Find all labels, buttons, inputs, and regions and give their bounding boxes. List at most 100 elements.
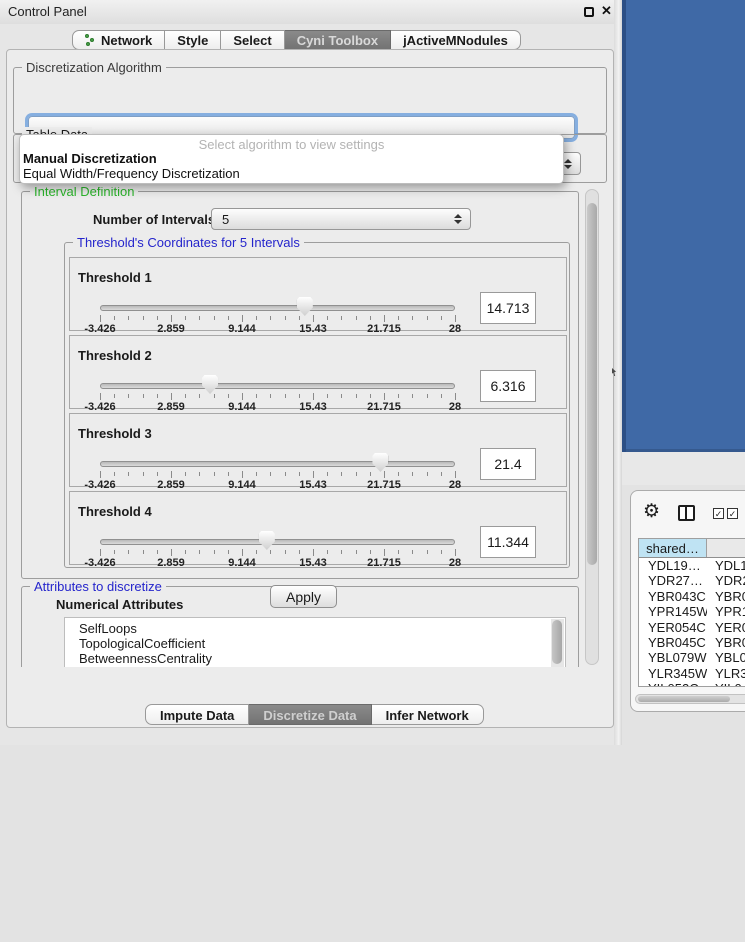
control-panel-titlebar: Control Panel ✕ <box>0 0 618 24</box>
list-scrollbar[interactable] <box>551 619 564 667</box>
stepper-arrows-icon <box>564 159 572 169</box>
threshold-label: Threshold 2 <box>78 348 152 363</box>
dropdown-option-manual[interactable]: Manual Discretization <box>20 151 563 166</box>
table-row[interactable]: YBR045CYBR0 <box>639 635 745 650</box>
table-cell: YBR0 <box>707 635 745 650</box>
combobox-value: 5 <box>222 212 229 227</box>
close-icon[interactable]: ✕ <box>601 3 612 19</box>
table-body: YDL19…YDL1YDR27…YDR2YBR043CYBR0YPR145WYP… <box>639 558 745 687</box>
threshold-value-field[interactable]: 6.316 <box>480 370 536 402</box>
table-cell: YBR045C <box>639 635 707 650</box>
table-row[interactable]: YBL079WYBL0 <box>639 650 745 665</box>
threshold-value-field[interactable]: 14.713 <box>480 292 536 324</box>
slider-tick-labels: -3.4262.8599.14415.4321.71528 <box>100 479 455 491</box>
table-cell: YIL052C <box>639 681 707 687</box>
number-of-intervals-label: Number of Intervals <box>93 212 215 227</box>
threshold-slider[interactable]: -3.4262.8599.14415.4321.71528 <box>100 296 455 332</box>
slider-thumb[interactable] <box>297 297 313 316</box>
table-row[interactable]: YLR345WYLR3 <box>639 666 745 681</box>
group-label: Attributes to discretize <box>30 579 166 594</box>
control-panel: Control Panel ✕ Network Style Select Cyn… <box>0 0 618 745</box>
table-cell: YDL19… <box>639 558 707 573</box>
threshold-label: Threshold 1 <box>78 270 152 285</box>
table-cell: YDR2 <box>707 573 745 588</box>
table-row[interactable]: YBR043CYBR0 <box>639 589 745 604</box>
restore-window-icon[interactable] <box>584 7 594 17</box>
slider-track[interactable] <box>100 383 455 389</box>
table-cell: YBR043C <box>639 589 707 604</box>
slider-thumb[interactable] <box>372 453 388 472</box>
panel-scrollbar[interactable] <box>585 189 599 665</box>
panel-divider[interactable] <box>614 0 622 745</box>
slider-ticks <box>100 549 455 557</box>
slider-thumb[interactable] <box>259 531 275 550</box>
network-icon <box>85 34 96 47</box>
table-horizontal-scrollbar[interactable] <box>635 694 745 704</box>
threshold-slider[interactable]: -3.4262.8599.14415.4321.71528 <box>100 530 455 566</box>
slider-tick-labels: -3.4262.8599.14415.4321.71528 <box>100 401 455 413</box>
algorithm-dropdown-popup: Select algorithm to view settings Manual… <box>19 134 564 184</box>
control-panel-tabs: Network Style Select Cyni Toolbox jActiv… <box>72 30 521 50</box>
tab-style[interactable]: Style <box>165 30 221 50</box>
table-cell: YPR1 <box>707 604 745 619</box>
tab-network[interactable]: Network <box>72 30 165 50</box>
tab-discretize-data[interactable]: Discretize Data <box>249 704 371 725</box>
table-panel-titlebar: Table Panel <box>622 452 745 485</box>
attribute-item[interactable]: SelfLoops <box>79 621 565 636</box>
table-row[interactable]: YIL052CYIL0 <box>639 681 745 687</box>
attribute-item[interactable]: BetweennessCentrality <box>79 651 565 666</box>
table-row[interactable]: YDL19…YDL1 <box>639 558 745 573</box>
attribute-item[interactable]: TopologicalCoefficient <box>79 636 565 651</box>
slider-thumb[interactable] <box>202 375 218 394</box>
cyni-toolbox-panel: Discretization Algorithm Table Data galF… <box>6 49 614 728</box>
tab-cyni-toolbox[interactable]: Cyni Toolbox <box>285 30 391 50</box>
slider-track[interactable] <box>100 539 455 545</box>
threshold-slider[interactable]: -3.4262.8599.14415.4321.71528 <box>100 452 455 488</box>
threshold-value-field[interactable]: 11.344 <box>480 526 536 558</box>
table-cell: YDL1 <box>707 558 745 573</box>
slider-track[interactable] <box>100 305 455 311</box>
gear-icon[interactable]: ⚙ <box>643 502 660 521</box>
scrollbar-thumb[interactable] <box>587 203 597 565</box>
group-label: Threshold's Coordinates for 5 Intervals <box>73 235 304 250</box>
number-of-intervals-combobox[interactable]: 5 <box>211 208 471 230</box>
node-attribute-table[interactable]: shared… na YDL19…YDL1YDR27…YDR2YBR043CYB… <box>638 538 745 687</box>
tab-jactivemnodules[interactable]: jActiveMNodules <box>391 30 521 50</box>
column-header-shared-name[interactable]: shared… <box>639 539 707 557</box>
threshold-value-field[interactable]: 21.4 <box>480 448 536 480</box>
scrollbar-thumb[interactable] <box>638 696 730 702</box>
table-cell: YBL079W <box>639 650 707 665</box>
numerical-attributes-list[interactable]: SelfLoopsTopologicalCoefficientBetweenne… <box>64 617 566 667</box>
dropdown-option-equal-width[interactable]: Equal Width/Frequency Discretization <box>20 166 563 181</box>
dropdown-placeholder: Select algorithm to view settings <box>20 135 563 151</box>
apply-button[interactable]: Apply <box>270 585 337 608</box>
table-cell: YER054C <box>639 620 707 635</box>
table-row[interactable]: YDR27…YDR2 <box>639 573 745 588</box>
table-row[interactable]: YPR145WYPR1 <box>639 604 745 619</box>
group-label: Discretization Algorithm <box>22 60 166 75</box>
tab-label: Network <box>101 33 152 48</box>
threshold-slider[interactable]: -3.4262.8599.14415.4321.71528 <box>100 374 455 410</box>
table-cell: YDR27… <box>639 573 707 588</box>
tab-select[interactable]: Select <box>221 30 284 50</box>
slider-tick-labels: -3.4262.8599.14415.4321.71528 <box>100 557 455 569</box>
bottom-tabs: Impute Data Discretize Data Infer Networ… <box>145 704 484 725</box>
threshold-label: Threshold 4 <box>78 504 152 519</box>
tab-label: Style <box>177 33 208 48</box>
tab-impute-data[interactable]: Impute Data <box>145 704 249 725</box>
checkbox-icon[interactable]: ✓ <box>713 508 724 519</box>
threshold-row: Threshold 4 -3.4262.8599.14415.4321.7152… <box>69 491 567 565</box>
slider-track[interactable] <box>100 461 455 467</box>
discretization-algorithm-group: Discretization Algorithm <box>13 67 607 134</box>
column-header-name[interactable]: na <box>707 539 745 557</box>
table-cell: YPR145W <box>639 604 707 619</box>
split-columns-icon[interactable] <box>678 505 695 521</box>
slider-ticks <box>100 471 455 479</box>
table-cell: YLR345W <box>639 666 707 681</box>
threshold-label: Threshold 3 <box>78 426 152 441</box>
tab-infer-network[interactable]: Infer Network <box>372 704 484 725</box>
checkbox-icon[interactable]: ✓ <box>727 508 738 519</box>
panel-title: Control Panel <box>8 4 87 19</box>
tab-label: Impute Data <box>160 708 234 723</box>
table-row[interactable]: YER054CYER0 <box>639 620 745 635</box>
